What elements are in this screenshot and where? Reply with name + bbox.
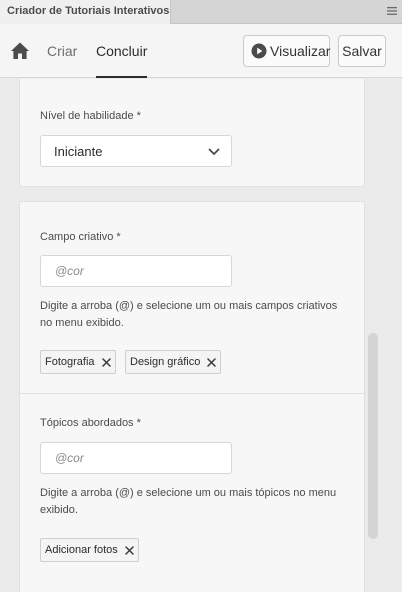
tag-label: Design gráfico	[130, 356, 201, 368]
tag-adicionar-fotos: Adicionar fotos	[40, 538, 139, 562]
panel-tab-bar: Criador de Tutoriais Interativos	[0, 0, 402, 24]
tab-criar-label: Criar	[47, 43, 78, 59]
skill-level-label: Nível de habilidade *	[40, 110, 141, 122]
save-button[interactable]: Salvar	[338, 35, 386, 67]
tag-label: Fotografia	[45, 356, 95, 368]
skill-level-card: Nível de habilidade * Iniciante	[19, 79, 365, 187]
creative-field-input[interactable]	[40, 255, 232, 287]
play-circle-icon	[251, 43, 267, 59]
creative-field-help: Digite a arroba (@) e selecione um ou ma…	[40, 300, 338, 329]
tag-label: Adicionar fotos	[45, 544, 118, 556]
chevron-down-icon	[208, 148, 220, 155]
skill-level-value: Iniciante	[54, 144, 103, 159]
save-button-label: Salvar	[342, 43, 382, 59]
scrollbar-thumb[interactable]	[368, 333, 378, 539]
skill-level-select[interactable]: Iniciante	[40, 135, 232, 167]
app-header: Criar Concluir Visualizar Salvar	[0, 24, 402, 78]
tab-concluir[interactable]: Concluir	[96, 24, 148, 78]
tag-fotografia: Fotografia	[40, 350, 116, 374]
fields-card: Campo criativo * Digite a arroba (@) e s…	[19, 201, 365, 592]
close-icon[interactable]	[207, 357, 217, 367]
topics-input[interactable]	[40, 442, 232, 474]
preview-button[interactable]: Visualizar	[243, 35, 330, 67]
close-icon[interactable]	[125, 545, 134, 555]
tag-design-grafico: Design gráfico	[125, 350, 222, 374]
tab-criar[interactable]: Criar	[47, 24, 77, 78]
panel-title-tab[interactable]: Criador de Tutoriais Interativos	[0, 0, 171, 24]
close-icon[interactable]	[101, 357, 111, 367]
topics-label: Tópicos abordados *	[40, 417, 141, 429]
hamburger-menu-icon[interactable]	[386, 5, 398, 17]
content-area[interactable]: Nível de habilidade * Iniciante Campo cr…	[0, 79, 402, 592]
creative-field-label: Campo criativo *	[40, 231, 121, 243]
preview-button-label: Visualizar	[270, 43, 331, 59]
active-tab-indicator	[96, 76, 148, 78]
home-icon[interactable]	[10, 41, 30, 61]
tab-concluir-label: Concluir	[96, 43, 148, 59]
section-divider	[20, 393, 364, 394]
topics-help: Digite a arroba (@) e selecione um ou ma…	[40, 487, 337, 516]
